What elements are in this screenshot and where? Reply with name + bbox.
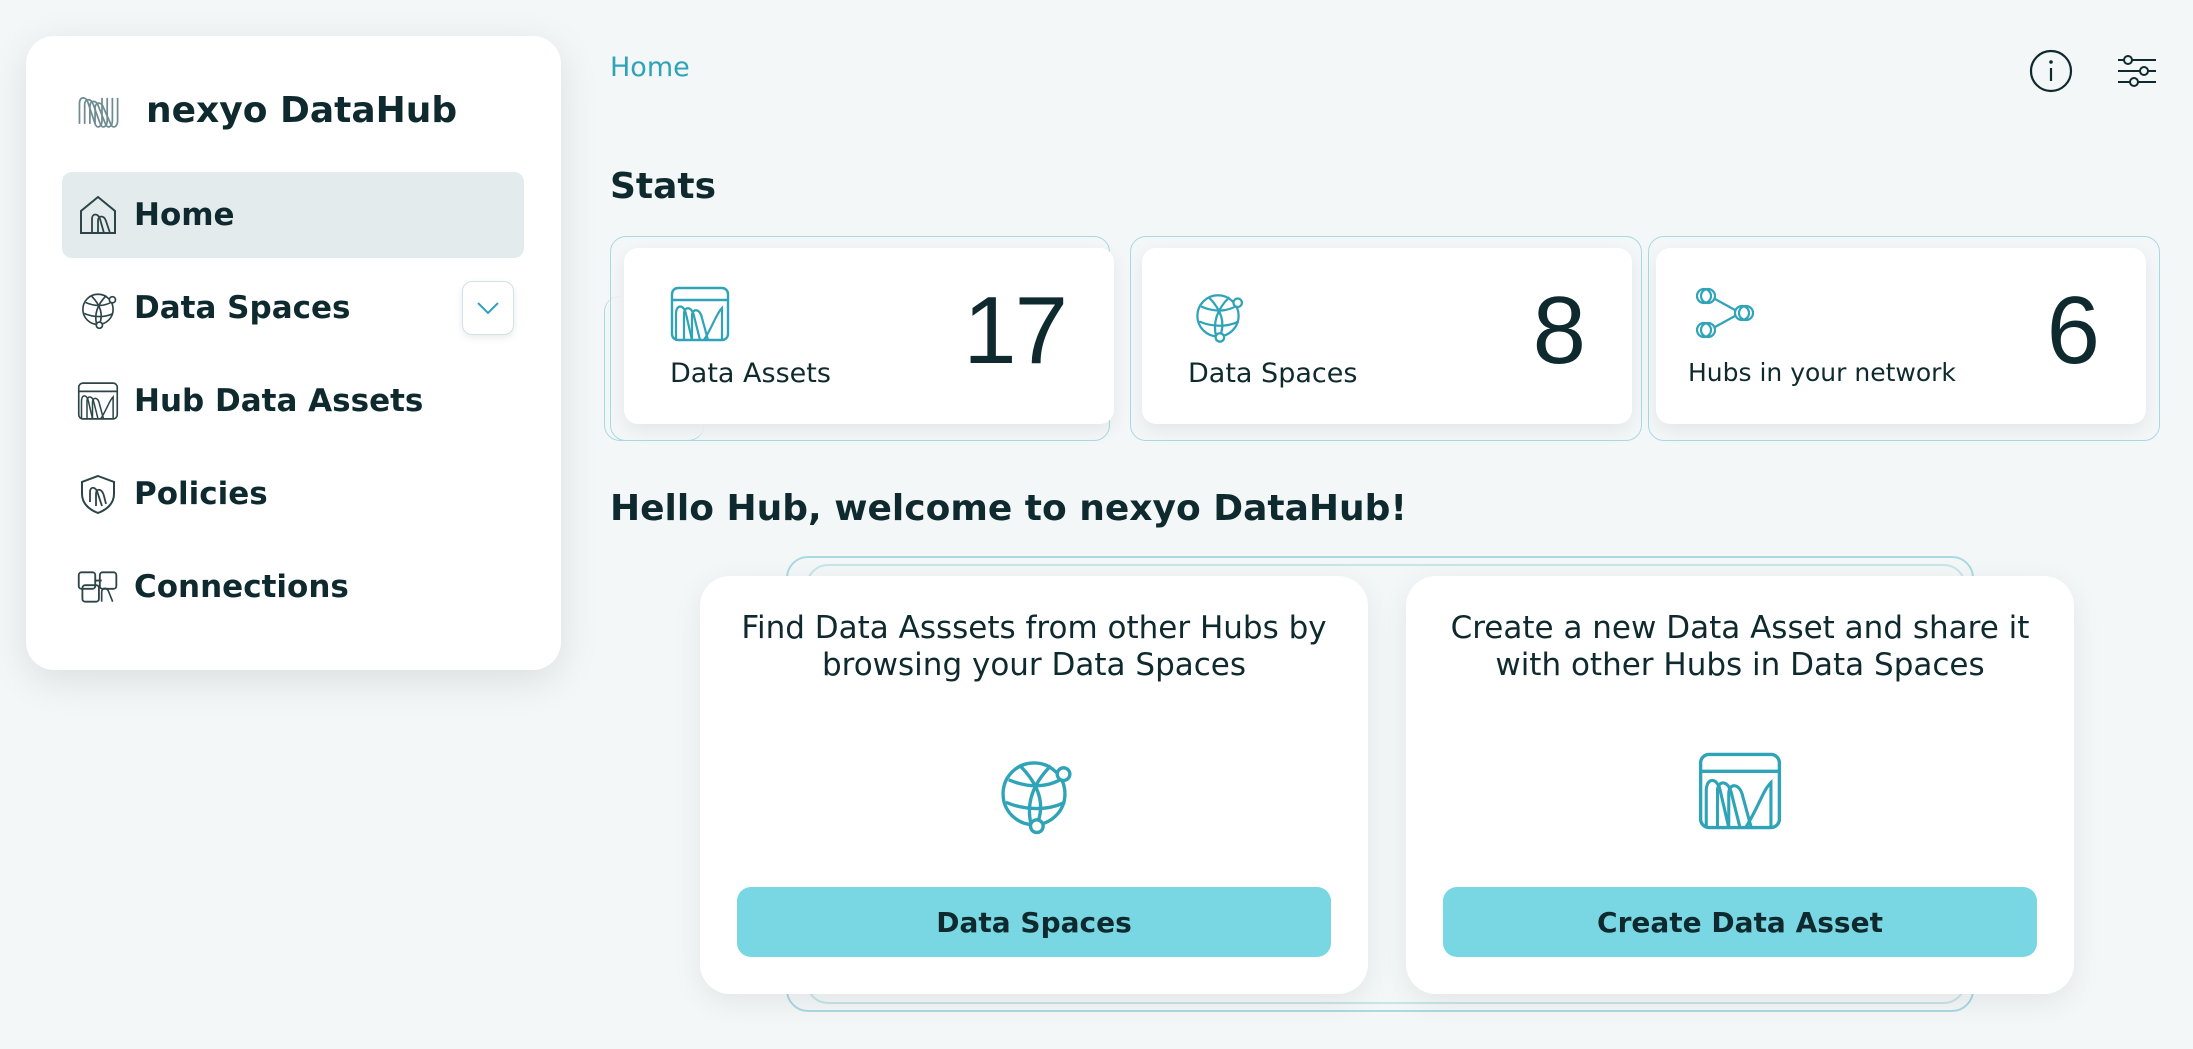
card-text: Create a new Data Asset and share it wit… (1450, 610, 2030, 683)
sidebar: nexyo DataHub Home Data Spaces Hub Data … (26, 36, 561, 670)
sidebar-item-policies[interactable]: Policies (62, 451, 524, 537)
sidebar-item-home[interactable]: Home (62, 172, 524, 258)
stat-label: Data Assets (670, 358, 831, 389)
brand[interactable]: nexyo DataHub (72, 80, 457, 140)
stat-card-body: Data Spaces 8 (1142, 248, 1632, 424)
nexyo-logo-icon (72, 80, 132, 140)
sidebar-item-hub-data-assets[interactable]: Hub Data Assets (62, 358, 524, 444)
expand-data-spaces-button[interactable] (462, 281, 514, 335)
globe-icon (76, 286, 120, 330)
info-icon[interactable] (2028, 48, 2074, 94)
sidebar-item-connections[interactable]: Connections (62, 544, 524, 630)
stat-label: Data Spaces (1188, 358, 1358, 389)
data-spaces-button[interactable]: Data Spaces (737, 887, 1331, 957)
home-icon (76, 193, 120, 237)
browse-data-spaces-card: Find Data Asssets from other Hubs by bro… (700, 576, 1368, 994)
sidebar-item-data-spaces[interactable]: Data Spaces (62, 265, 524, 351)
breadcrumb[interactable]: Home (610, 52, 690, 83)
stat-card-body: Hubs in your network 6 (1656, 248, 2146, 424)
stat-value: 8 (1532, 277, 1586, 384)
stat-card-hubs[interactable]: Hubs in your network 6 (1648, 236, 2166, 442)
network-icon (1692, 284, 1756, 344)
sidebar-item-label: Hub Data Assets (134, 383, 424, 419)
welcome-title: Hello Hub, welcome to nexyo DataHub! (610, 488, 1407, 529)
data-asset-icon (1695, 746, 1785, 836)
stats-title: Stats (610, 166, 717, 207)
sidebar-item-label: Data Spaces (134, 290, 351, 326)
sidebar-item-label: Connections (134, 569, 349, 605)
sidebar-nav: Home Data Spaces Hub Data Assets Policie (62, 172, 524, 637)
globe-icon (989, 746, 1079, 836)
data-asset-icon (76, 379, 120, 423)
stat-card-data-spaces[interactable]: Data Spaces 8 (1130, 236, 1648, 442)
stat-card-data-assets[interactable]: Data Assets 17 (604, 236, 1122, 442)
stat-label: Hubs in your network (1688, 358, 1956, 387)
create-data-asset-card: Create a new Data Asset and share it wit… (1406, 576, 2074, 994)
chevron-down-icon (477, 302, 499, 315)
stat-card-body: Data Assets 17 (624, 248, 1114, 424)
sidebar-item-label: Home (134, 197, 235, 233)
create-data-asset-button[interactable]: Create Data Asset (1443, 887, 2037, 957)
stat-value: 6 (2046, 277, 2100, 384)
connections-icon (76, 565, 120, 609)
stat-value: 17 (963, 277, 1068, 384)
card-text: Find Data Asssets from other Hubs by bro… (741, 610, 1327, 683)
sidebar-item-label: Policies (134, 476, 268, 512)
globe-icon (1186, 284, 1250, 344)
app-name: nexyo DataHub (146, 89, 458, 131)
shield-icon (76, 472, 120, 516)
data-asset-icon (668, 284, 732, 344)
settings-sliders-icon[interactable] (2114, 48, 2160, 94)
